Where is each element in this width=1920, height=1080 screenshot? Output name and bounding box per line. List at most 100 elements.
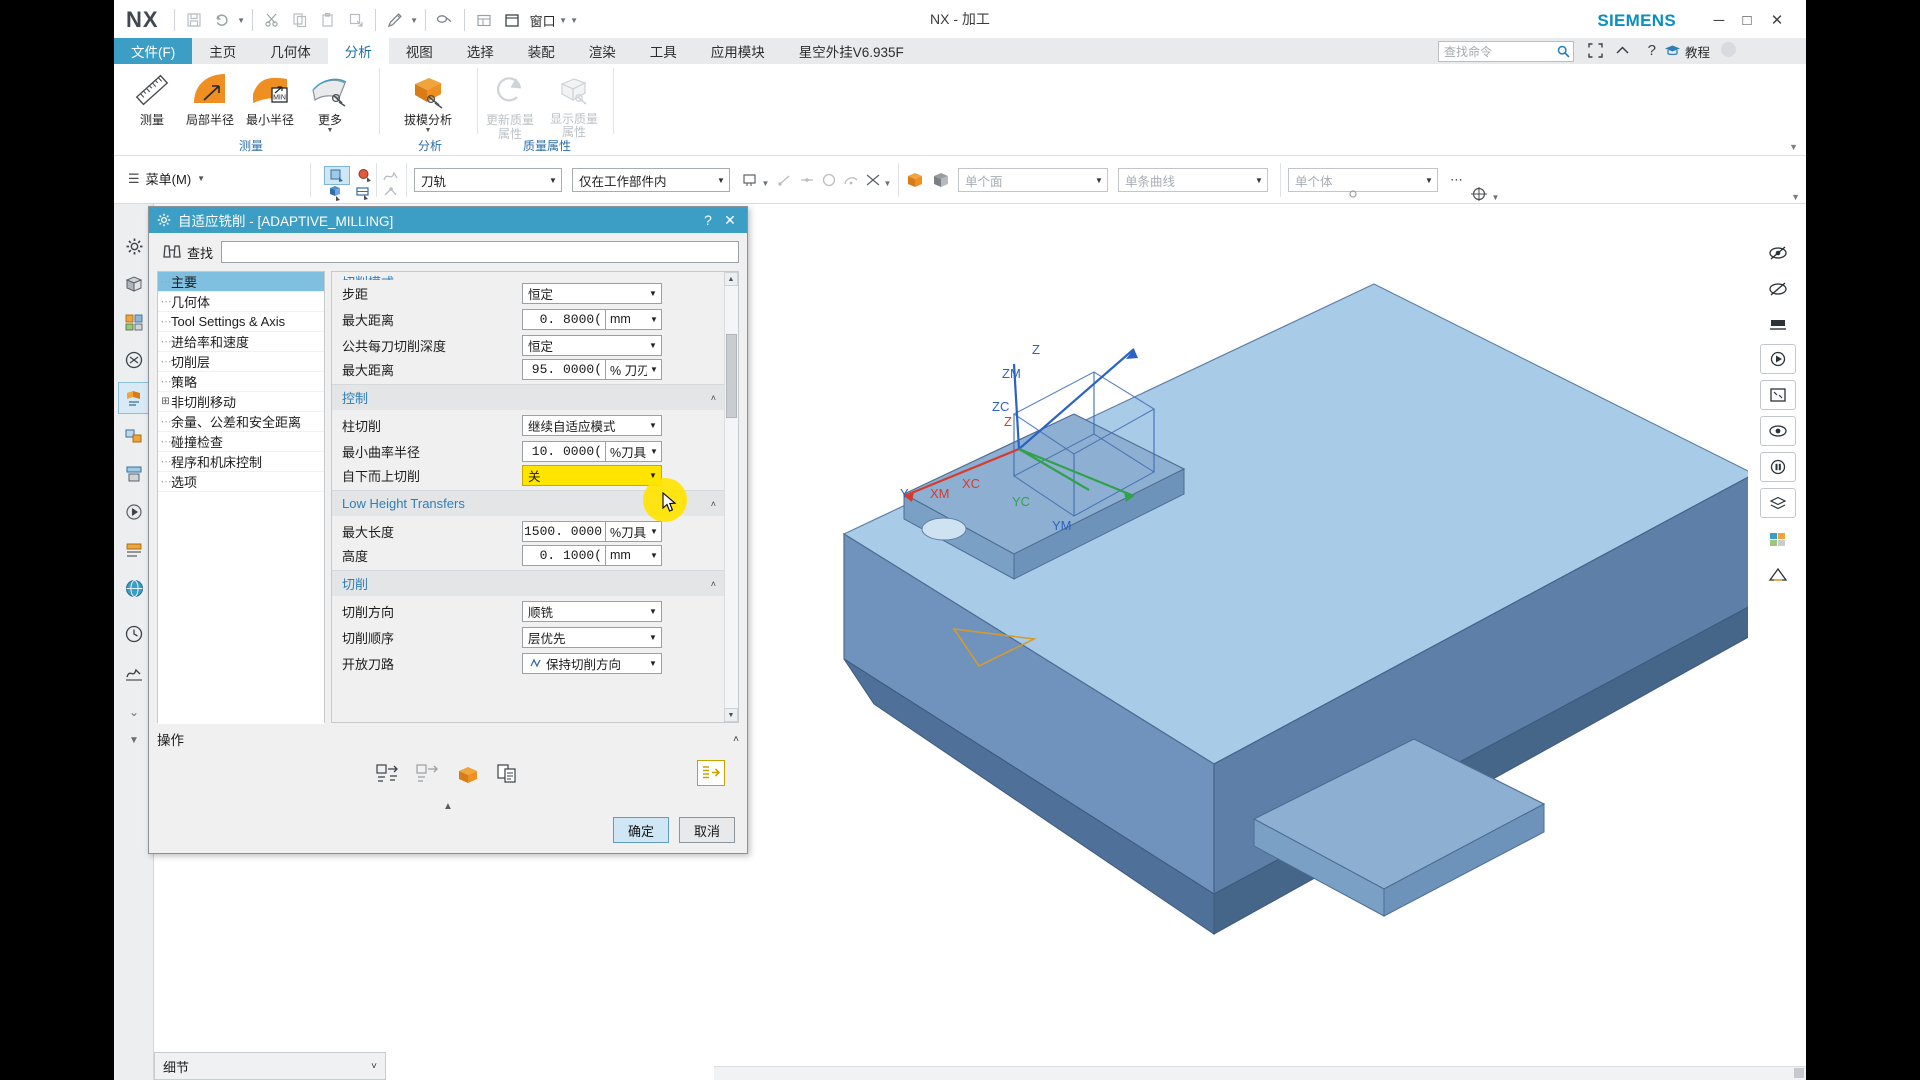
stepover-combo[interactable]: 恒定 ▼ [522, 282, 662, 304]
chevron-down-icon[interactable]: ▼ [645, 659, 661, 668]
copy-icon[interactable] [286, 6, 314, 34]
chevron-up-icon[interactable]: ˄ [733, 734, 739, 745]
column-cut-combo[interactable]: 继续自适应模式 ▼ [522, 414, 662, 436]
search-command-box[interactable]: 查找命令 [1438, 41, 1574, 62]
chevron-down-icon[interactable]: ▼ [1421, 176, 1437, 185]
replay-icon[interactable] [413, 760, 443, 788]
chevron-down-icon[interactable]: ▼ [545, 176, 561, 185]
tab-analysis[interactable]: 分析 [327, 38, 389, 64]
generate-icon[interactable] [373, 760, 403, 788]
ribbon-command-local-radius[interactable]: 局部半径 [182, 68, 238, 127]
play-icon[interactable] [1760, 344, 1796, 374]
sidebar-item-operation-navigator[interactable] [118, 382, 150, 414]
layout-icon[interactable] [470, 6, 498, 34]
fit-icon[interactable] [1760, 380, 1796, 410]
dialog-help-button[interactable]: ? [697, 212, 719, 228]
ribbon-command-measure[interactable]: 测量 [124, 68, 180, 127]
sidebar-item-gear[interactable] [118, 230, 150, 262]
max-depth-input[interactable]: 95. 0000( [522, 358, 606, 380]
scrollbar-thumb[interactable] [1794, 1068, 1804, 1078]
select-component-icon[interactable] [352, 183, 374, 203]
chevron-down-icon[interactable]: ▼ [760, 170, 771, 196]
expand-icon[interactable]: ⊞ [160, 396, 171, 407]
chevron-down-icon[interactable]: ▼ [647, 315, 661, 324]
sidebar-item-internet[interactable] [118, 572, 150, 604]
sidebar-item-assembly-navigator[interactable] [118, 420, 150, 452]
chevron-down-icon[interactable]: ▼ [645, 289, 661, 298]
max-length-unit-combo[interactable]: %刀具 ▼ [606, 520, 662, 542]
chevron-up-icon[interactable]: ˄ [711, 393, 716, 403]
chevron-down-icon[interactable]: ▼ [647, 447, 661, 456]
dialog-collapse-arrow[interactable]: ▲ [149, 801, 747, 812]
tree-item-stock-tolerance[interactable]: ⋯ 余量、公差和安全距离 [158, 412, 324, 432]
open-toolpath-combo[interactable]: 保持切削方向 ▼ [522, 652, 662, 674]
tree-item-non-cutting-moves[interactable]: ⊞ 非切削移动 [158, 392, 324, 412]
pause-icon[interactable] [1760, 452, 1796, 482]
tree-item-cut-levels[interactable]: ⋯ 切削层 [158, 352, 324, 372]
dialog-close-button[interactable]: ✕ [719, 212, 741, 229]
ok-button[interactable]: 确定 [612, 817, 669, 843]
qat-overflow-caret[interactable]: ▼ [569, 7, 580, 33]
min-curvature-unit-combo[interactable]: %刀具 ▼ [606, 440, 662, 462]
tab-render[interactable]: 渲染 [572, 38, 633, 64]
sidebar-scroll-down-icon[interactable]: ▼ [118, 724, 150, 756]
snap-settings-icon[interactable] [1342, 184, 1364, 204]
chevron-up-icon[interactable]: ˄ [711, 579, 716, 589]
eraser-icon[interactable] [431, 6, 459, 34]
chevron-down-icon[interactable]: ▼ [302, 127, 358, 135]
sidebar-item-reuse-library[interactable] [118, 306, 150, 338]
tree-item-collision-check[interactable]: ⋯ 碰撞检查 [158, 432, 324, 452]
form-vertical-scrollbar[interactable]: ▲ ▼ [724, 272, 738, 722]
chevron-down-icon[interactable]: ▼ [713, 176, 729, 185]
tab-applications[interactable]: 应用模块 [694, 38, 782, 64]
tree-item-main[interactable]: ⋯ 主要 [158, 272, 324, 292]
chevron-down-icon[interactable]: ▼ [647, 527, 661, 536]
tree-item-strategy[interactable]: ⋯ 策略 [158, 372, 324, 392]
find-input[interactable] [221, 241, 739, 263]
tree-item-feeds-speeds[interactable]: ⋯ 进给率和速度 [158, 332, 324, 352]
detail-bar[interactable]: 细节 ˅ [154, 1052, 386, 1080]
scrollbar-thumb[interactable] [726, 334, 737, 418]
paste-icon[interactable] [314, 6, 342, 34]
scroll-up-arrow[interactable]: ▲ [724, 272, 738, 286]
ribbon-expand-caret[interactable]: ▼ [1789, 142, 1798, 152]
minimize-button[interactable]: ─ [1708, 10, 1730, 30]
view-icon[interactable] [1760, 416, 1796, 446]
layer-icon[interactable] [1760, 488, 1796, 518]
material-icon[interactable] [1760, 524, 1796, 554]
show-hide-icon[interactable] [1760, 274, 1796, 304]
sidebar-item-signature[interactable] [118, 656, 150, 688]
tab-geometry[interactable]: 几何体 [253, 38, 328, 64]
close-button[interactable]: ✕ [1766, 10, 1788, 30]
edit-icon[interactable] [381, 6, 409, 34]
graphics-viewport[interactable]: Z ZM ZC Z Y XM XC YC YM [714, 204, 1806, 1080]
paste-special-icon[interactable] [342, 6, 370, 34]
section-header-control[interactable]: 控制 ˄ [332, 384, 724, 410]
sidebar-item-process[interactable] [118, 496, 150, 528]
chevron-down-icon[interactable]: ▼ [647, 551, 661, 560]
max-distance-unit-combo[interactable]: mm ▼ [606, 308, 662, 330]
sidebar-item-history[interactable] [118, 618, 150, 650]
cut-direction-combo[interactable]: 顺铣 ▼ [522, 600, 662, 622]
avatar[interactable] [1721, 42, 1736, 57]
chevron-down-icon[interactable]: ▼ [645, 633, 661, 642]
undo-dropdown-caret[interactable]: ▼ [236, 7, 247, 33]
graphics-horizontal-scrollbar[interactable] [714, 1066, 1806, 1080]
sidebar-item-part-navigator[interactable] [118, 268, 150, 300]
scroll-down-arrow[interactable]: ▼ [724, 708, 738, 722]
confirm-toolpath-icon[interactable] [697, 760, 725, 786]
chevron-down-icon[interactable]: ▼ [645, 607, 661, 616]
measure-3d-icon[interactable] [1760, 560, 1796, 590]
solid-body-icon[interactable] [904, 170, 926, 190]
tab-tools[interactable]: 工具 [633, 38, 694, 64]
chevron-down-icon[interactable]: ▼ [882, 170, 893, 196]
list-icon[interactable] [493, 760, 523, 788]
ribbon-command-more[interactable]: 更多 ▼ [302, 68, 358, 135]
tree-item-geometry[interactable]: ⋯ 几何体 [158, 292, 324, 312]
chevron-down-icon[interactable]: ▼ [1091, 176, 1107, 185]
maximize-button[interactable]: □ [1736, 10, 1758, 30]
section-header-cutting[interactable]: 切削 ˄ [332, 570, 724, 596]
chevron-down-icon[interactable]: ▼ [645, 341, 661, 350]
max-length-input[interactable]: 1500. 0000 [522, 520, 606, 542]
sidebar-item-hd3d[interactable] [118, 344, 150, 376]
